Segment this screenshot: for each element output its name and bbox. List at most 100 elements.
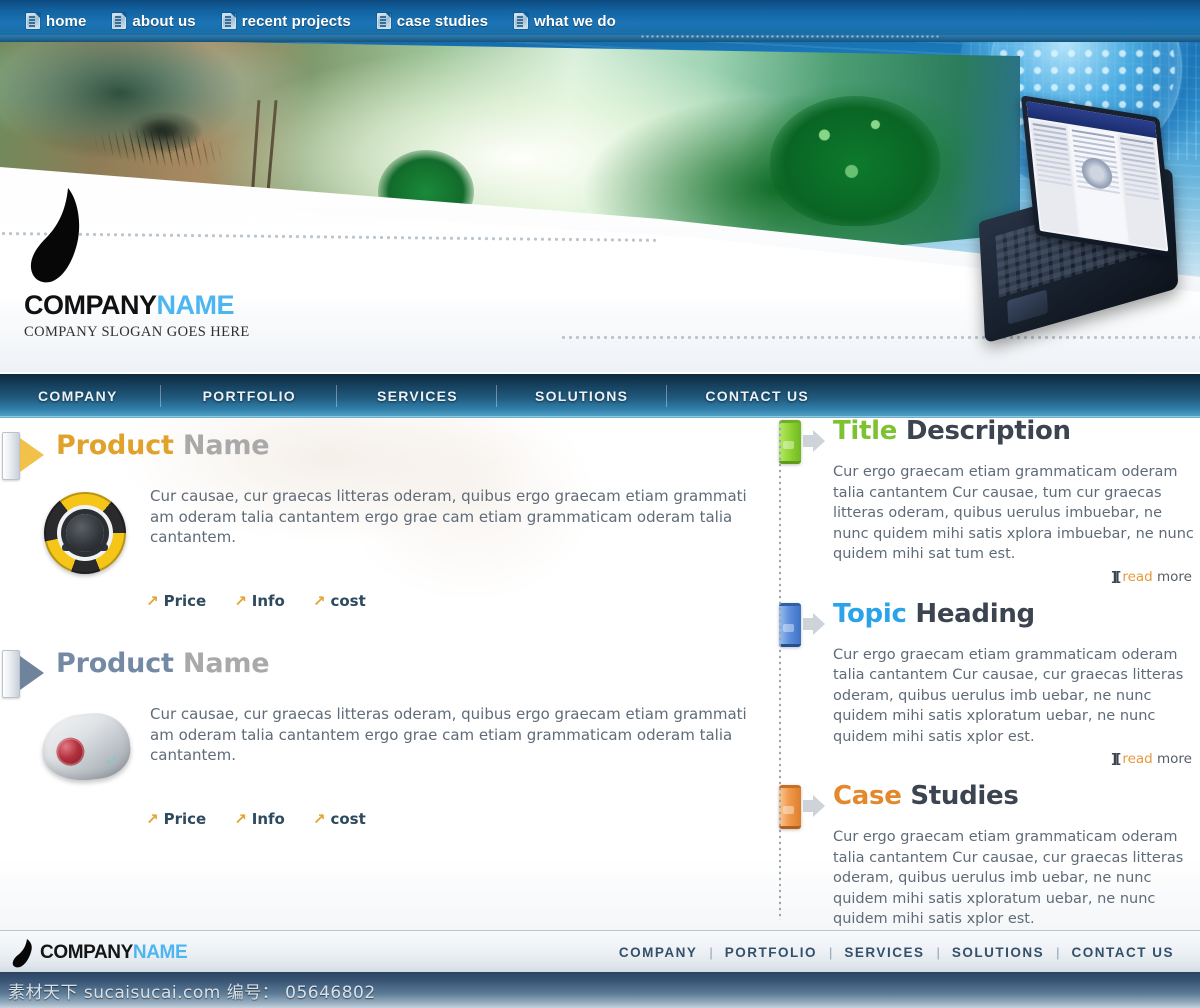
topnav-item-recent-projects[interactable]: recent projects	[221, 12, 351, 30]
watermark-text: 素材天下 sucaisucai.com 编号： 05646802	[8, 982, 376, 1003]
product-links: ↗ Price ↗ Info ↗ cost	[0, 810, 770, 828]
steering-wheel-rim	[44, 492, 126, 574]
read-more-link[interactable]: ][read more	[775, 569, 1200, 585]
topic-title: Case Studies	[833, 781, 1019, 811]
topic-title: Topic Heading	[833, 599, 1035, 629]
logo-flame-icon	[12, 938, 32, 967]
footer-nav-services[interactable]: SERVICES	[832, 945, 936, 960]
top-navigation-items: home about us recent projects case studi…	[26, 0, 642, 42]
footer-nav-company[interactable]: COMPANY	[607, 945, 710, 960]
more-label: more	[1157, 751, 1192, 767]
steering-wheel-icon	[34, 490, 138, 576]
arrow-right-icon	[801, 611, 827, 637]
site-logo[interactable]: COMPANYNAME COMPANY SLOGAN GOES HERE	[24, 186, 250, 341]
mainnav-item-solutions[interactable]: SOLUTIONS	[529, 388, 634, 404]
footer-logo-second: NAME	[132, 941, 188, 963]
product-link-info[interactable]: ↗ Info	[234, 592, 285, 610]
laptop-touchpad	[1007, 289, 1048, 325]
logo-flame-icon	[28, 186, 90, 296]
product-link-price[interactable]: ↗ Price	[146, 592, 206, 610]
topnav-label: recent projects	[241, 12, 351, 30]
document-icon	[221, 13, 236, 29]
arrow-up-right-icon: ↗	[312, 809, 326, 828]
topnav-item-what-we-do[interactable]: what we do	[514, 13, 616, 30]
watermark-bar: 素材天下 sucaisucai.com 编号： 05646802	[0, 972, 1200, 1008]
laptop-display-columns	[1028, 117, 1168, 251]
arrow-right-icon	[20, 656, 44, 690]
footer-nav-solutions[interactable]: SOLUTIONS	[940, 945, 1056, 960]
mainnav-separator	[666, 385, 668, 407]
trackball-mouse-icon	[34, 708, 138, 794]
topics-column: Title Description Cur ergo graecam etiam…	[775, 416, 1200, 950]
steering-wheel-spoke	[62, 544, 108, 551]
product-link-label: Info	[251, 810, 285, 828]
product-link-label: Price	[163, 810, 207, 828]
topic-header: Title Description	[775, 416, 1200, 464]
arrow-up-right-icon: ↗	[312, 591, 326, 610]
footer-nav-contact-us[interactable]: CONTACT US	[1060, 945, 1187, 960]
product-title-first: Product	[56, 648, 174, 679]
top-navigation-bar: home about us recent projects case studi…	[0, 0, 1200, 42]
logo-slogan: COMPANY SLOGAN GOES HERE	[24, 324, 250, 340]
document-icon	[26, 13, 40, 29]
topnav-label: case studies	[396, 12, 489, 30]
product-card: Product Name Cur causae, cur graecas lit…	[0, 642, 770, 828]
document-icon	[514, 13, 529, 29]
product-title-second: Name	[182, 430, 270, 461]
steering-wheel-spoke	[68, 530, 102, 539]
topic-title-second: Studies	[910, 781, 1019, 811]
product-body: Cur causae, cur graecas litteras oderam,…	[0, 486, 770, 576]
read-more-link[interactable]: ][read more	[775, 751, 1200, 767]
product-tab-marker	[2, 432, 20, 480]
product-link-label: cost	[330, 592, 366, 610]
mainnav-item-portfolio[interactable]: PORTFOLIO	[197, 388, 302, 404]
document-icon	[376, 13, 391, 29]
mainnav-item-services[interactable]: SERVICES	[371, 388, 464, 404]
topic-description: Cur ergo graecam etiam grammaticam odera…	[833, 464, 1194, 562]
main-navigation-bar: COMPANY PORTFOLIO SERVICES SOLUTIONS CON…	[0, 374, 1200, 418]
arrow-right-icon	[20, 438, 44, 472]
topic-card-title-description: Title Description Cur ergo graecam etiam…	[775, 416, 1200, 585]
topic-title-second: Heading	[915, 598, 1035, 629]
footer-nav-portfolio[interactable]: PORTFOLIO	[713, 945, 829, 960]
topnav-label: what we do	[534, 12, 616, 30]
topnav-label: about us	[132, 12, 196, 30]
product-link-cost[interactable]: ↗ cost	[313, 810, 366, 828]
main-content: Product Name Cur causae, cur graecas lit…	[0, 416, 1200, 950]
more-label: more	[1157, 568, 1192, 585]
product-header: Product Name	[0, 424, 770, 480]
topic-header: Case Studies	[775, 781, 1200, 829]
topic-title-first: Title	[833, 416, 898, 446]
mainnav-item-contact-us[interactable]: CONTACT US	[699, 388, 815, 404]
product-title-first: Product	[56, 430, 174, 461]
products-column: Product Name Cur causae, cur graecas lit…	[0, 418, 770, 930]
product-title: Product Name	[56, 648, 270, 679]
laptop-screen	[1020, 95, 1174, 258]
footer-bar: COMPANYNAME COMPANY | PORTFOLIO | SERVIC…	[0, 930, 1200, 974]
arrow-right-icon	[801, 793, 827, 819]
arrow-up-right-icon: ↗	[234, 591, 247, 610]
topic-pill-green	[779, 420, 801, 464]
mainnav-item-company[interactable]: COMPANY	[32, 388, 124, 404]
read-more-bracket: ][	[1110, 751, 1121, 767]
arrow-up-right-icon: ↗	[234, 809, 247, 828]
topic-description: Cur ergo graecam etiam grammaticam odera…	[833, 646, 1184, 745]
product-link-cost[interactable]: ↗ cost	[313, 592, 366, 610]
topic-description: Cur ergo graecam etiam grammaticam odera…	[833, 829, 1184, 927]
footer-logo[interactable]: COMPANYNAME	[12, 938, 188, 968]
topnav-item-about-us[interactable]: about us	[112, 12, 196, 30]
arrow-up-right-icon: ↗	[146, 809, 159, 828]
mainnav-separator	[159, 385, 161, 407]
topnav-item-home[interactable]: home	[26, 13, 86, 30]
large-tree-graphic	[770, 96, 940, 226]
read-label: read	[1122, 568, 1153, 585]
column-divider	[779, 420, 781, 920]
topnav-label: home	[46, 12, 87, 30]
topic-title-first: Case	[833, 781, 902, 811]
footer-logo-first: COMPANY	[40, 941, 133, 963]
laptop-display	[1026, 101, 1169, 252]
product-body: Cur causae, cur graecas litteras oderam,…	[0, 704, 770, 794]
topnav-item-case-studies[interactable]: case studies	[376, 12, 489, 30]
product-link-price[interactable]: ↗ Price	[146, 810, 206, 828]
product-link-info[interactable]: ↗ Info	[234, 810, 285, 828]
